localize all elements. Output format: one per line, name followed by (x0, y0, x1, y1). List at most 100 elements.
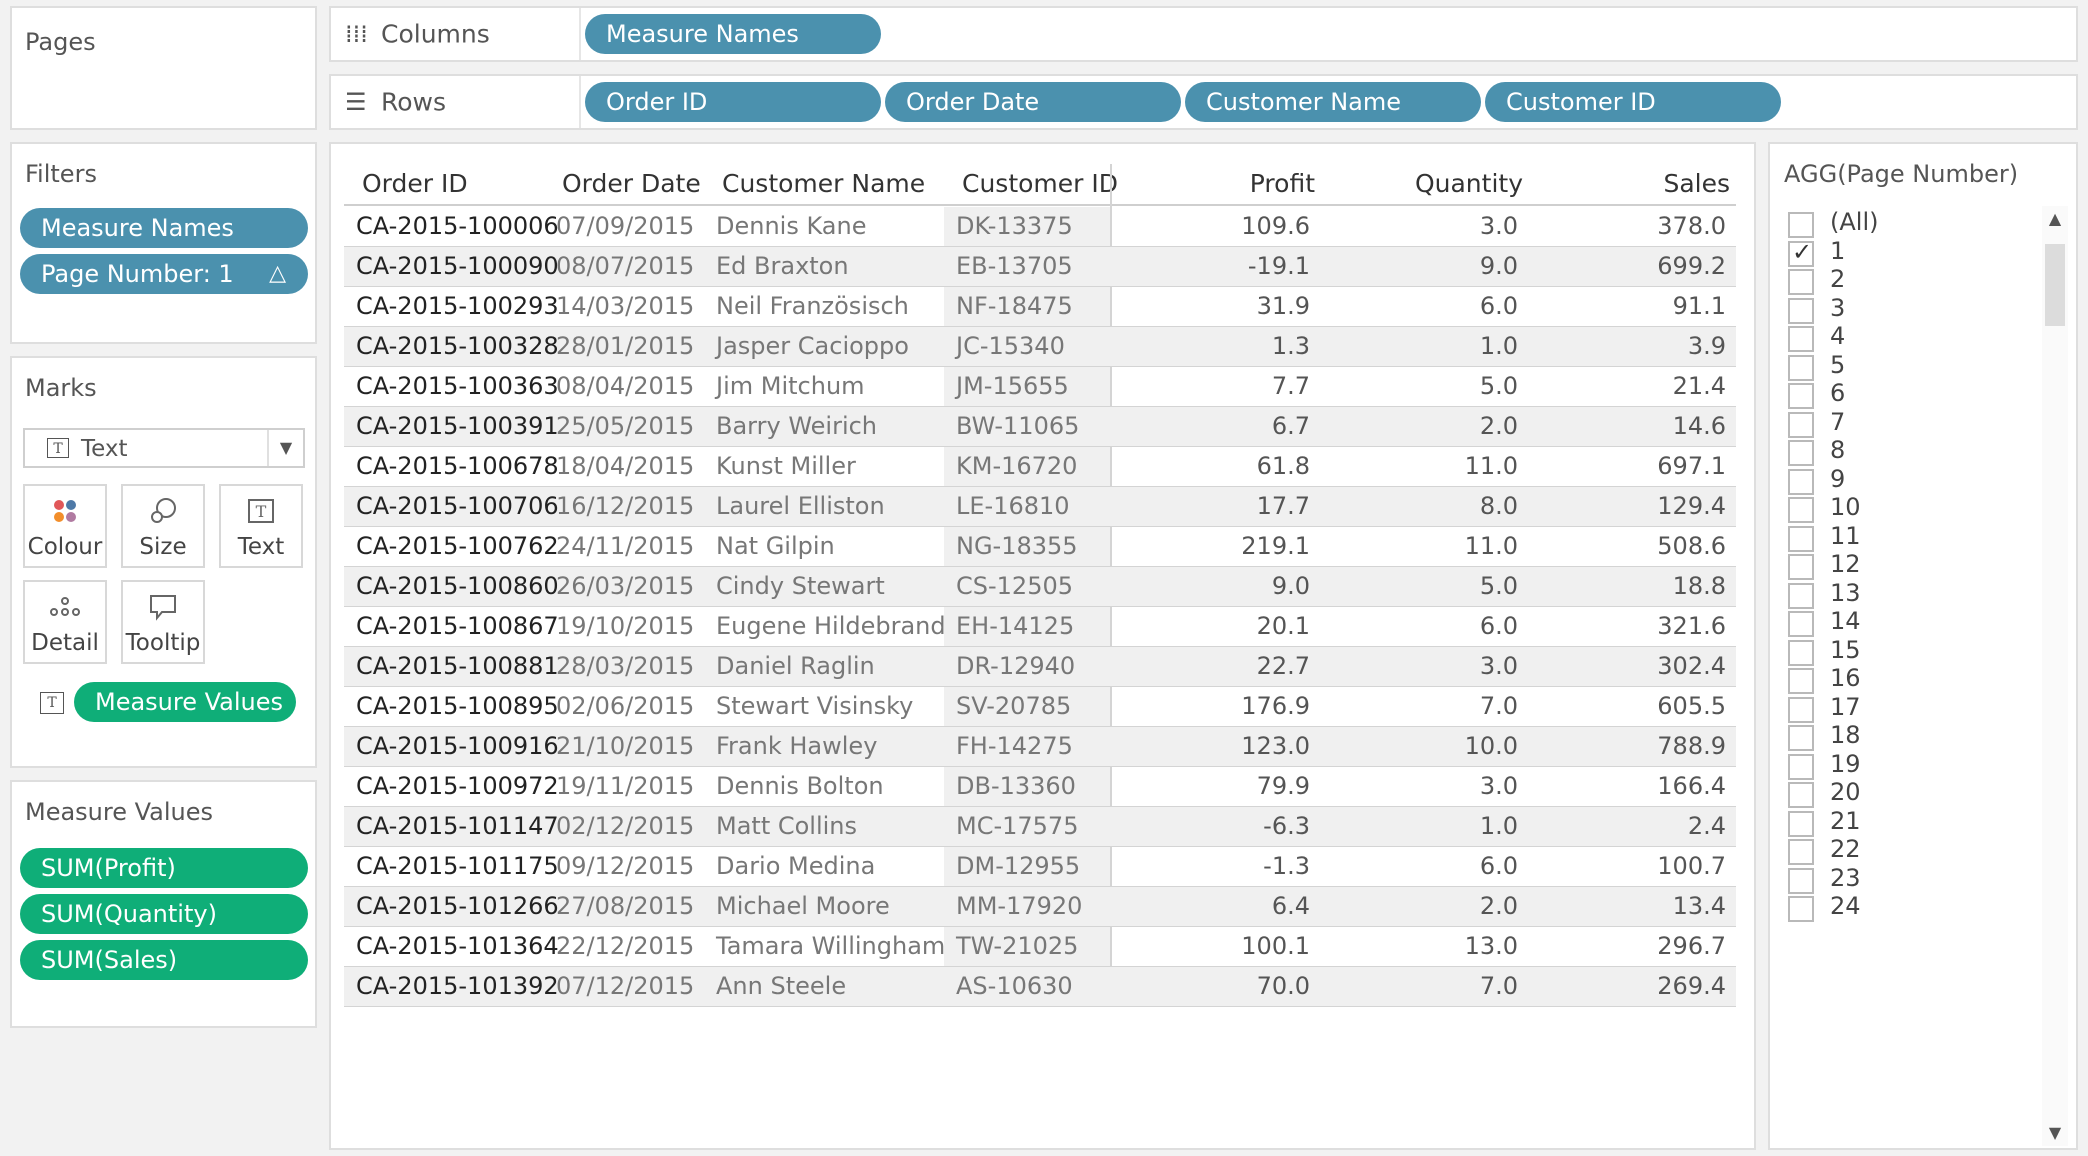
cell-sales[interactable]: 14.6 (1673, 407, 1726, 447)
cell-customer-id[interactable]: MC-17575 (956, 807, 1078, 847)
cell-customer-id[interactable]: TW-21025 (956, 927, 1078, 967)
cell-customer-name[interactable]: Cindy Stewart (716, 567, 885, 607)
pill-customer-name[interactable]: Customer Name (1185, 82, 1481, 122)
cell-customer-name[interactable]: Dennis Bolton (716, 767, 884, 807)
cell-profit[interactable]: 109.6 (1241, 207, 1310, 247)
cell-order-date[interactable]: 27/08/2015 (556, 887, 694, 927)
table-row[interactable]: CA-2015-100706 16/12/2015 Laurel Elliston L… (344, 487, 1736, 527)
cell-profit[interactable]: 7.7 (1272, 367, 1310, 407)
scrollbar-thumb[interactable] (2045, 244, 2065, 326)
pill-order-id[interactable]: Order ID (585, 82, 881, 122)
cell-customer-id[interactable]: NG-18355 (956, 527, 1078, 567)
cell-customer-name[interactable]: Neil Französisch (716, 287, 909, 327)
cell-profit[interactable]: -19.1 (1248, 247, 1310, 287)
checkbox[interactable] (1788, 810, 1814, 837)
cell-customer-name[interactable]: Matt Collins (716, 807, 857, 847)
cell-quantity[interactable]: 5.0 (1480, 367, 1518, 407)
page-number-filter-card[interactable]: AGG(Page Number) (All)123456789101112131… (1768, 142, 2078, 1150)
table-row[interactable]: CA-2015-100762 24/11/2015 Nat Gilpin NG-183… (344, 527, 1736, 567)
cell-order-id[interactable]: CA-2015-100328 (356, 327, 559, 367)
cell-customer-id[interactable]: AS-10630 (956, 967, 1073, 1007)
cell-sales[interactable]: 296.7 (1657, 927, 1726, 967)
rows-shelf[interactable]: ☰ Rows Order ID Order Date Customer Name… (329, 74, 2078, 130)
cell-customer-name[interactable]: Ed Braxton (716, 247, 849, 287)
cell-order-id[interactable]: CA-2015-100706 (356, 487, 559, 527)
cell-profit[interactable]: 219.1 (1241, 527, 1310, 567)
filters-card[interactable]: Filters Measure Names Page Number: 1 △ (10, 142, 317, 344)
checkbox[interactable] (1788, 383, 1814, 409)
cell-order-id[interactable]: CA-2015-101175 (356, 847, 559, 887)
cell-order-id[interactable]: CA-2015-100860 (356, 567, 559, 607)
cell-quantity[interactable]: 7.0 (1480, 687, 1518, 727)
checkbox[interactable] (1788, 269, 1814, 295)
cell-sales[interactable]: 166.4 (1657, 767, 1726, 807)
cell-sales[interactable]: 508.6 (1657, 527, 1726, 567)
cell-customer-name[interactable]: Kunst Miller (716, 447, 856, 487)
cell-customer-id[interactable]: KM-16720 (956, 447, 1077, 487)
cell-profit[interactable]: 17.7 (1257, 487, 1310, 527)
cell-sales[interactable]: 21.4 (1673, 367, 1726, 407)
cell-customer-name[interactable]: Dennis Kane (716, 207, 866, 247)
cell-quantity[interactable]: 11.0 (1465, 447, 1518, 487)
checkbox[interactable] (1788, 525, 1814, 552)
cell-sales[interactable]: 100.7 (1657, 847, 1726, 887)
table-row[interactable]: CA-2015-101147 02/12/2015 Matt Collins MC-1… (344, 807, 1736, 847)
cell-customer-id[interactable]: EH-14125 (956, 607, 1074, 647)
table-row[interactable]: CA-2015-100678 18/04/2015 Kunst Miller KM-1… (344, 447, 1736, 487)
cell-quantity[interactable]: 5.0 (1480, 567, 1518, 607)
cell-sales[interactable]: 605.5 (1657, 687, 1726, 727)
table-row[interactable]: CA-2015-100006 07/09/2015 Dennis Kane DK-13… (344, 207, 1736, 247)
cell-profit[interactable]: 79.9 (1257, 767, 1310, 807)
header-profit[interactable]: Profit (1250, 169, 1315, 198)
checkbox[interactable] (1788, 668, 1814, 694)
cell-order-id[interactable]: CA-2015-100972 (356, 767, 559, 807)
checkbox[interactable] (1788, 896, 1814, 922)
pill-sum-profit[interactable]: SUM(Profit) (20, 848, 308, 888)
cell-sales[interactable]: 91.1 (1673, 287, 1726, 327)
cell-quantity[interactable]: 2.0 (1480, 407, 1518, 447)
cell-profit[interactable]: -1.3 (1263, 847, 1310, 887)
cell-order-id[interactable]: CA-2015-100762 (356, 527, 559, 567)
cell-quantity[interactable]: 1.0 (1480, 327, 1518, 367)
table-row[interactable]: CA-2015-100895 02/06/2015 Stewart Visinsky… (344, 687, 1736, 727)
checkbox[interactable] (1788, 867, 1814, 894)
table-row[interactable]: CA-2015-100972 19/11/2015 Dennis Bolton DB-… (344, 767, 1736, 807)
cell-customer-name[interactable]: Michael Moore (716, 887, 890, 927)
cell-order-date[interactable]: 25/05/2015 (556, 407, 694, 447)
table-row[interactable]: CA-2015-100363 08/04/2015 Jim Mitchum JM-15… (344, 367, 1736, 407)
cell-order-date[interactable]: 16/12/2015 (556, 487, 694, 527)
checkbox[interactable] (1788, 238, 1814, 267)
table-row[interactable]: CA-2015-101364 22/12/2015 Tamara Willingha… (344, 927, 1736, 967)
cell-order-date[interactable]: 07/12/2015 (556, 967, 694, 1007)
cell-customer-id[interactable]: LE-16810 (956, 487, 1070, 527)
checkbox[interactable] (1788, 582, 1814, 609)
cell-profit[interactable]: 31.9 (1257, 287, 1310, 327)
table-row[interactable]: CA-2015-100881 28/03/2015 Daniel Raglin DR-… (344, 647, 1736, 687)
checkbox[interactable] (1788, 468, 1814, 495)
cell-quantity[interactable]: 13.0 (1465, 927, 1518, 967)
cell-customer-id[interactable]: DR-12940 (956, 647, 1075, 687)
cell-customer-id[interactable]: BW-11065 (956, 407, 1079, 447)
cell-customer-id[interactable]: CS-12505 (956, 567, 1073, 607)
columns-shelf[interactable]: ⁞⁞⁞ Columns Measure Names (329, 6, 2078, 62)
size-button[interactable]: Size (121, 484, 205, 568)
scroll-down-arrow-icon[interactable]: ▼ (2042, 1120, 2068, 1146)
table-row[interactable]: CA-2015-101392 07/12/2015 Ann Steele AS-106… (344, 967, 1736, 1007)
scroll-up-arrow-icon[interactable]: ▲ (2042, 206, 2068, 232)
cell-customer-name[interactable]: Daniel Raglin (716, 647, 875, 687)
table-row[interactable]: CA-2015-101266 27/08/2015 Michael Moore MM-… (344, 887, 1736, 927)
cell-sales[interactable]: 129.4 (1657, 487, 1726, 527)
cell-customer-name[interactable]: Laurel Elliston (716, 487, 885, 527)
checkbox[interactable] (1788, 782, 1814, 808)
cell-profit[interactable]: 6.4 (1272, 887, 1310, 927)
header-order-date[interactable]: Order Date (562, 169, 701, 198)
table-row[interactable]: CA-2015-100090 08/07/2015 Ed Braxton EB-137… (344, 247, 1736, 287)
cell-profit[interactable]: 9.0 (1272, 567, 1310, 607)
view-canvas[interactable]: Order ID Order Date Customer Name Custom… (329, 142, 1756, 1150)
pages-card[interactable]: Pages (10, 6, 317, 130)
cell-customer-name[interactable]: Jasper Cacioppo (716, 327, 909, 367)
cell-profit[interactable]: 61.8 (1257, 447, 1310, 487)
measure-values-card[interactable]: Measure Values SUM(Profit) SUM(Quantity)… (10, 780, 317, 1028)
cell-customer-name[interactable]: Jim Mitchum (716, 367, 865, 407)
cell-order-date[interactable]: 24/11/2015 (556, 527, 694, 567)
